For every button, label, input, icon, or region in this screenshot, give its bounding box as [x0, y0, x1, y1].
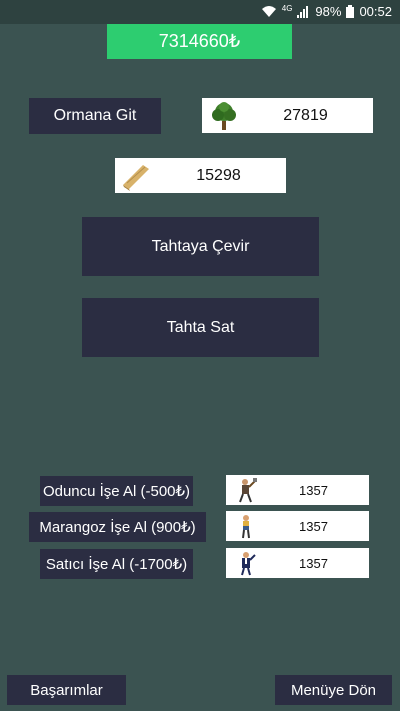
carpenter-count: 1357: [299, 518, 328, 534]
carpenter-icon: [242, 515, 250, 539]
achievements-button[interactable]: Başarımlar: [7, 675, 126, 705]
lumberjack-icon: [239, 478, 257, 503]
money-value: 7314660₺: [158, 31, 241, 51]
hire-carpenter-label: Marangoz İşe Al (900₺): [39, 519, 196, 536]
plank-icon: [123, 164, 149, 191]
wifi-icon: [261, 6, 276, 17]
lumberjack-count: 1357: [299, 482, 328, 498]
plank-count-box: 15298: [115, 158, 286, 193]
sell-planks-label: Tahta Sat: [166, 318, 235, 336]
seller-count: 1357: [299, 555, 328, 571]
back-to-menu-button[interactable]: Menüye Dön: [275, 675, 392, 705]
seller-count-box: 1357: [226, 548, 369, 578]
hire-seller-label: Satıcı İşe Al (-1700₺): [45, 556, 188, 573]
hire-lumberjack-label: Oduncu İşe Al (-500₺): [42, 483, 191, 500]
clock: 00:52: [359, 4, 392, 19]
battery-icon: [346, 5, 355, 18]
go-to-forest-label: Ormana Git: [53, 107, 137, 124]
battery-percent: 98%: [315, 4, 342, 19]
tree-icon: [212, 101, 236, 130]
status-bar: 4G 98% 00:52: [0, 0, 400, 24]
achievements-label: Başarımlar: [30, 681, 103, 699]
tree-count: 27819: [283, 106, 328, 124]
network-type: 4G: [281, 4, 293, 13]
back-to-menu-label: Menüye Dön: [290, 681, 377, 699]
hire-lumberjack-button[interactable]: Oduncu İşe Al (-500₺): [40, 476, 193, 506]
carpenter-count-box: 1357: [226, 511, 369, 541]
go-to-forest-button[interactable]: Ormana Git: [29, 98, 161, 134]
plank-count: 15298: [196, 166, 241, 184]
sell-planks-button[interactable]: Tahta Sat: [82, 298, 319, 357]
money-display: 7314660₺: [107, 24, 292, 59]
seller-icon: [241, 552, 256, 576]
hire-seller-button[interactable]: Satıcı İşe Al (-1700₺): [40, 549, 193, 579]
lumberjack-count-box: 1357: [226, 475, 369, 505]
convert-to-planks-button[interactable]: Tahtaya Çevir: [82, 217, 319, 276]
hire-carpenter-button[interactable]: Marangoz İşe Al (900₺): [29, 512, 206, 542]
tree-count-box: 27819: [202, 98, 373, 133]
convert-to-planks-label: Tahtaya Çevir: [151, 237, 250, 255]
signal-icon: [297, 5, 309, 18]
